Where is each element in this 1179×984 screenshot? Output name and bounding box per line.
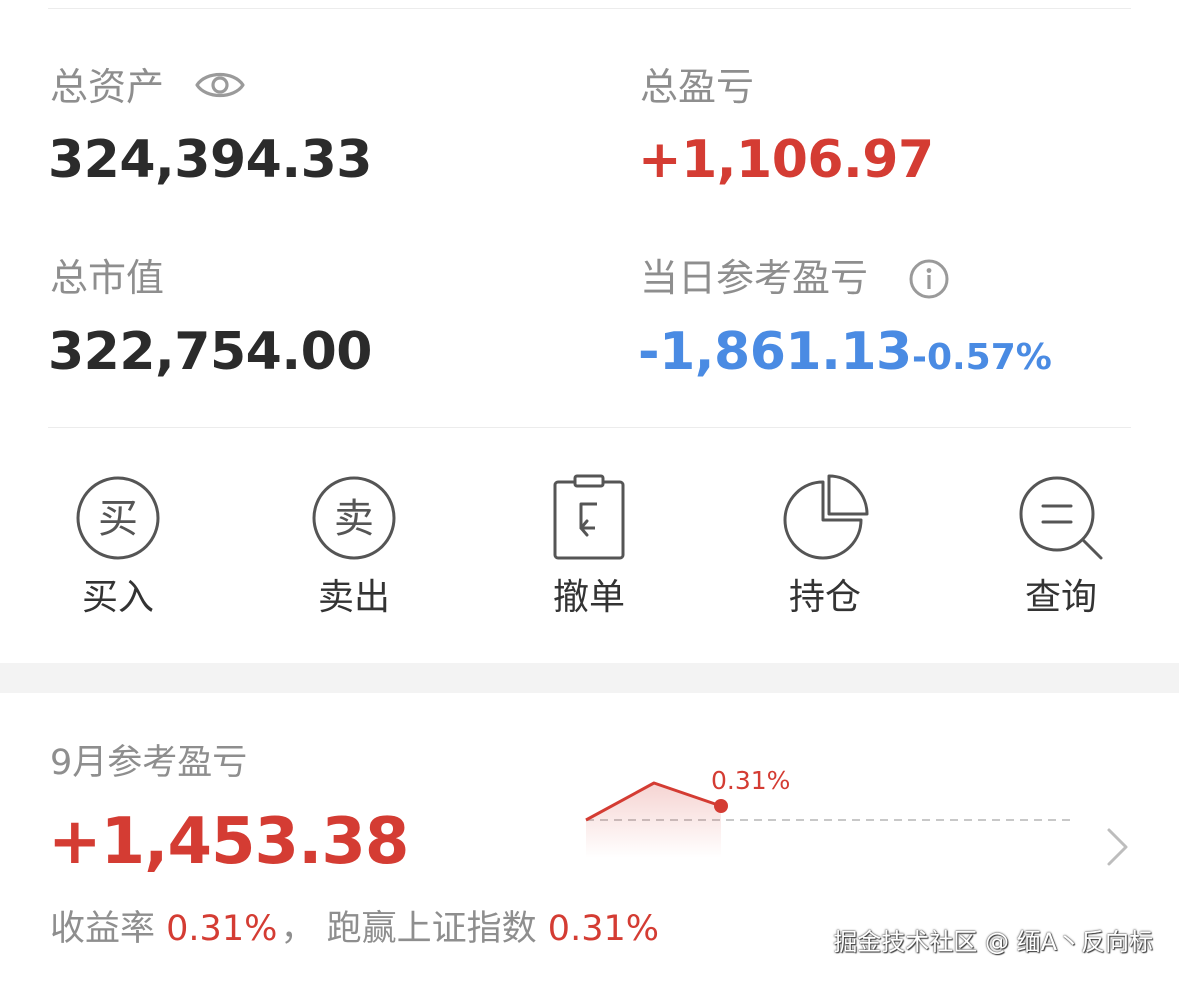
yield-separator: ， (280, 909, 316, 949)
monthly-pnl-title: 9月参考盈亏 (50, 743, 248, 783)
positions-label: 持仓 (788, 577, 861, 618)
monthly-pnl-value: +1,453.38 (48, 805, 409, 879)
positions-button[interactable]: 持仓 (745, 470, 905, 630)
total-assets-value: 324,394.33 (48, 130, 372, 190)
sparkline-current-point (714, 799, 728, 813)
monthly-sparkline: 0.31% (585, 766, 1076, 858)
watermark: 掘金技术社区 @ 缅A丶反向标 (833, 928, 1153, 956)
daily-pnl-percent: -0.57% (912, 337, 1052, 378)
daily-pnl-label: 当日参考盈亏 (640, 256, 869, 300)
eye-icon[interactable] (194, 67, 246, 103)
chevron-right-icon[interactable] (1104, 826, 1130, 868)
buy-glyph: 买 (98, 496, 138, 542)
sell-circle-icon: 卖 (312, 476, 396, 560)
total-pnl-label: 总盈亏 (640, 65, 755, 109)
sparkline-area (586, 783, 721, 858)
total-assets-label: 总资产 (50, 68, 164, 106)
search-list-icon (1019, 476, 1103, 560)
top-divider (48, 8, 1131, 9)
buy-label: 买入 (81, 577, 154, 618)
summary-divider (48, 427, 1131, 428)
sparkline-point-label: 0.31% (711, 766, 790, 795)
buy-circle-icon: 买 (76, 476, 160, 560)
yield-summary: 收益率 0.31% ， 跑赢上证指数 0.31% (50, 912, 659, 947)
benchmark-value: 0.31% (547, 909, 659, 949)
yield-value: 0.31% (166, 909, 278, 949)
section-separator (0, 663, 1179, 693)
total-assets-label-text: 总资产 (50, 65, 165, 109)
yield-label: 收益率 (50, 909, 156, 949)
info-icon[interactable] (908, 258, 950, 300)
cancel-order-button[interactable]: 撤单 (509, 470, 669, 630)
query-label: 查询 (1024, 577, 1097, 618)
total-pnl-value: +1,106.97 (638, 130, 934, 190)
market-value-label: 总市值 (50, 256, 165, 300)
sell-button[interactable]: 卖 卖出 (274, 470, 434, 630)
daily-pnl-value: -1,861.13 (638, 322, 912, 382)
cancel-order-label: 撤单 (552, 577, 625, 618)
buy-button[interactable]: 买 买入 (38, 470, 198, 630)
query-button[interactable]: 查询 (981, 470, 1141, 630)
benchmark-label: 跑赢上证指数 (326, 909, 537, 949)
clipboard-undo-icon (553, 474, 625, 560)
sell-glyph: 卖 (334, 496, 374, 542)
pie-chart-icon (783, 474, 869, 560)
sell-label: 卖出 (317, 577, 390, 618)
market-value-value: 322,754.00 (48, 322, 372, 382)
